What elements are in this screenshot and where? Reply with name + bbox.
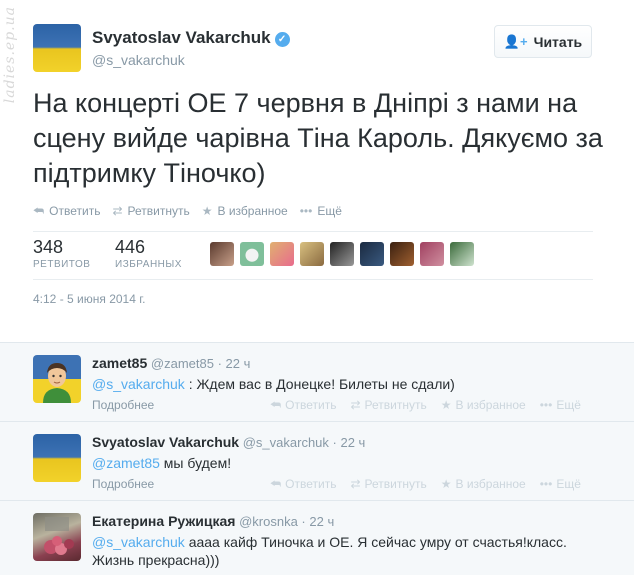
reply-details-link[interactable]: Подробнее — [92, 477, 154, 491]
reply-avatar[interactable] — [33, 434, 81, 482]
retweet-count: 348 — [33, 237, 64, 257]
reply-mention[interactable]: @s_vakarchuk — [92, 376, 185, 392]
favoriter-avatar[interactable] — [270, 242, 294, 266]
reply-time[interactable]: 22 ч — [226, 356, 251, 371]
reply-footer: Подробнее ⮪ Ответить ⇄ Ретвитнуть ★ В избра… — [92, 477, 612, 491]
reply-time[interactable]: 22 ч — [309, 514, 334, 529]
reply-author-name[interactable]: Svyatoslav Vakarchuk — [92, 434, 239, 450]
add-user-icon: 👤+ — [503, 33, 528, 49]
favorite-action[interactable]: ★ В избранное — [202, 204, 288, 219]
favorite-label: ИЗБРАННЫХ — [115, 259, 182, 270]
favoriter-avatar[interactable] — [210, 242, 234, 266]
reply-reply-action[interactable]: ⮪ Ответить — [270, 477, 336, 492]
favoriter-avatar[interactable] — [330, 242, 354, 266]
tweet-stats: 348 РЕТВИТОВ 446 ИЗБРАННЫХ — [33, 231, 593, 280]
tweet-actions: ⮪ Ответить ⇄ Ретвитнуть ★ В избранное ••• Ещ… — [33, 204, 342, 219]
more-icon: ••• — [299, 204, 313, 218]
favoriter-avatar[interactable] — [360, 242, 384, 266]
author-handle[interactable]: @s_vakarchuk — [92, 52, 185, 68]
reply-icon: ⮪ — [270, 477, 282, 491]
reply-avatar[interactable] — [33, 513, 81, 561]
reply-text: @s_vakarchuk аааа кайф Тиночка и ОЕ. Я с… — [92, 534, 567, 568]
reply-header: zamet85 @zamet85 · 22 ч — [92, 355, 251, 371]
retweet-icon: ⇄ — [350, 477, 361, 491]
reply-header: Svyatoslav Vakarchuk @s_vakarchuk · 22 ч — [92, 434, 366, 450]
author-name[interactable]: Svyatoslav Vakarchuk ✓ — [92, 28, 290, 48]
verified-badge-icon: ✓ — [274, 32, 290, 47]
retweet-icon: ⇄ — [350, 398, 361, 412]
reply-action[interactable]: ⮪ Ответить — [33, 204, 100, 219]
follow-label: Читать — [533, 33, 583, 50]
star-icon: ★ — [440, 477, 452, 491]
tweet-text: На концерті ОЕ 7 червня в Дніпрі з нами … — [33, 88, 603, 188]
favorite-stat[interactable]: 446 ИЗБРАННЫХ — [115, 237, 182, 270]
reply-author-name[interactable]: Екатерина Ружицкая — [92, 513, 235, 529]
favoriter-avatar[interactable] — [240, 242, 264, 266]
reply-text: @zamet85 мы будем! — [92, 455, 232, 471]
favoriter-avatar[interactable] — [420, 242, 444, 266]
retweet-label: РЕТВИТОВ — [33, 259, 91, 270]
star-icon: ★ — [201, 204, 213, 218]
reply-item[interactable]: Svyatoslav Vakarchuk @s_vakarchuk · 22 ч… — [0, 422, 634, 501]
reply-author-handle[interactable]: @s_vakarchuk — [243, 435, 329, 450]
reply-icon: ⮪ — [270, 398, 282, 412]
reply-author-handle[interactable]: @zamet85 — [151, 356, 214, 371]
reply-retweet-action[interactable]: ⇄ Ретвитнуть — [350, 477, 426, 492]
reply-more-action[interactable]: ••• Ещё — [540, 398, 581, 413]
reply-details-link[interactable]: Подробнее — [92, 398, 154, 412]
favoriter-avatar[interactable] — [390, 242, 414, 266]
reply-footer: Подробнее ⮪ Ответить ⇄ Ретвитнуть ★ В избра… — [92, 398, 612, 412]
reply-author-name[interactable]: zamet85 — [92, 355, 147, 371]
reply-icon: ⮪ — [33, 204, 45, 218]
more-icon: ••• — [539, 477, 553, 491]
star-icon: ★ — [440, 398, 452, 412]
more-icon: ••• — [539, 398, 553, 412]
favorite-count: 446 — [115, 237, 146, 257]
favoriters-avatars — [210, 242, 474, 266]
reply-mention[interactable]: @zamet85 — [92, 455, 160, 471]
reply-retweet-action[interactable]: ⇄ Ретвитнуть — [350, 398, 426, 413]
main-tweet: Svyatoslav Vakarchuk ✓ @s_vakarchuk 👤+ Чи… — [0, 0, 634, 342]
reply-reply-action[interactable]: ⮪ Ответить — [270, 398, 336, 413]
retweet-action[interactable]: ⇄ Ретвитнуть — [112, 204, 189, 219]
reply-mention[interactable]: @s_vakarchuk — [92, 534, 185, 550]
reply-author-handle[interactable]: @krosnka — [239, 514, 298, 529]
reply-favorite-action[interactable]: ★ В избранное — [441, 477, 526, 492]
tweet-timestamp[interactable]: 4:12 - 5 июня 2014 г. — [33, 292, 145, 306]
reply-time[interactable]: 22 ч — [340, 435, 365, 450]
more-action[interactable]: ••• Ещё — [300, 204, 342, 219]
reply-avatar[interactable] — [33, 355, 81, 403]
favoriter-avatar[interactable] — [450, 242, 474, 266]
reply-item[interactable]: Екатерина Ружицкая @krosnka · 22 ч @s_va… — [0, 501, 634, 575]
reply-header: Екатерина Ружицкая @krosnka · 22 ч — [92, 513, 335, 529]
reply-item[interactable]: zamet85 @zamet85 · 22 ч @s_vakarchuk : Ж… — [0, 343, 634, 422]
reply-actions: ⮪ Ответить ⇄ Ретвитнуть ★ В избранное ••• Ещ… — [270, 398, 581, 413]
retweet-stat[interactable]: 348 РЕТВИТОВ — [33, 237, 90, 270]
follow-button[interactable]: 👤+ Читать — [494, 25, 592, 58]
author-avatar[interactable] — [33, 24, 81, 72]
reply-actions: ⮪ Ответить ⇄ Ретвитнуть ★ В избранное ••• Ещ… — [270, 477, 581, 492]
reply-favorite-action[interactable]: ★ В избранное — [441, 398, 526, 413]
reply-text: @s_vakarchuk : Ждем вас в Донецке! Билет… — [92, 376, 455, 392]
retweet-icon: ⇄ — [112, 204, 123, 218]
favoriter-avatar[interactable] — [300, 242, 324, 266]
replies-list: zamet85 @zamet85 · 22 ч @s_vakarchuk : Ж… — [0, 342, 634, 575]
reply-more-action[interactable]: ••• Ещё — [540, 477, 581, 492]
